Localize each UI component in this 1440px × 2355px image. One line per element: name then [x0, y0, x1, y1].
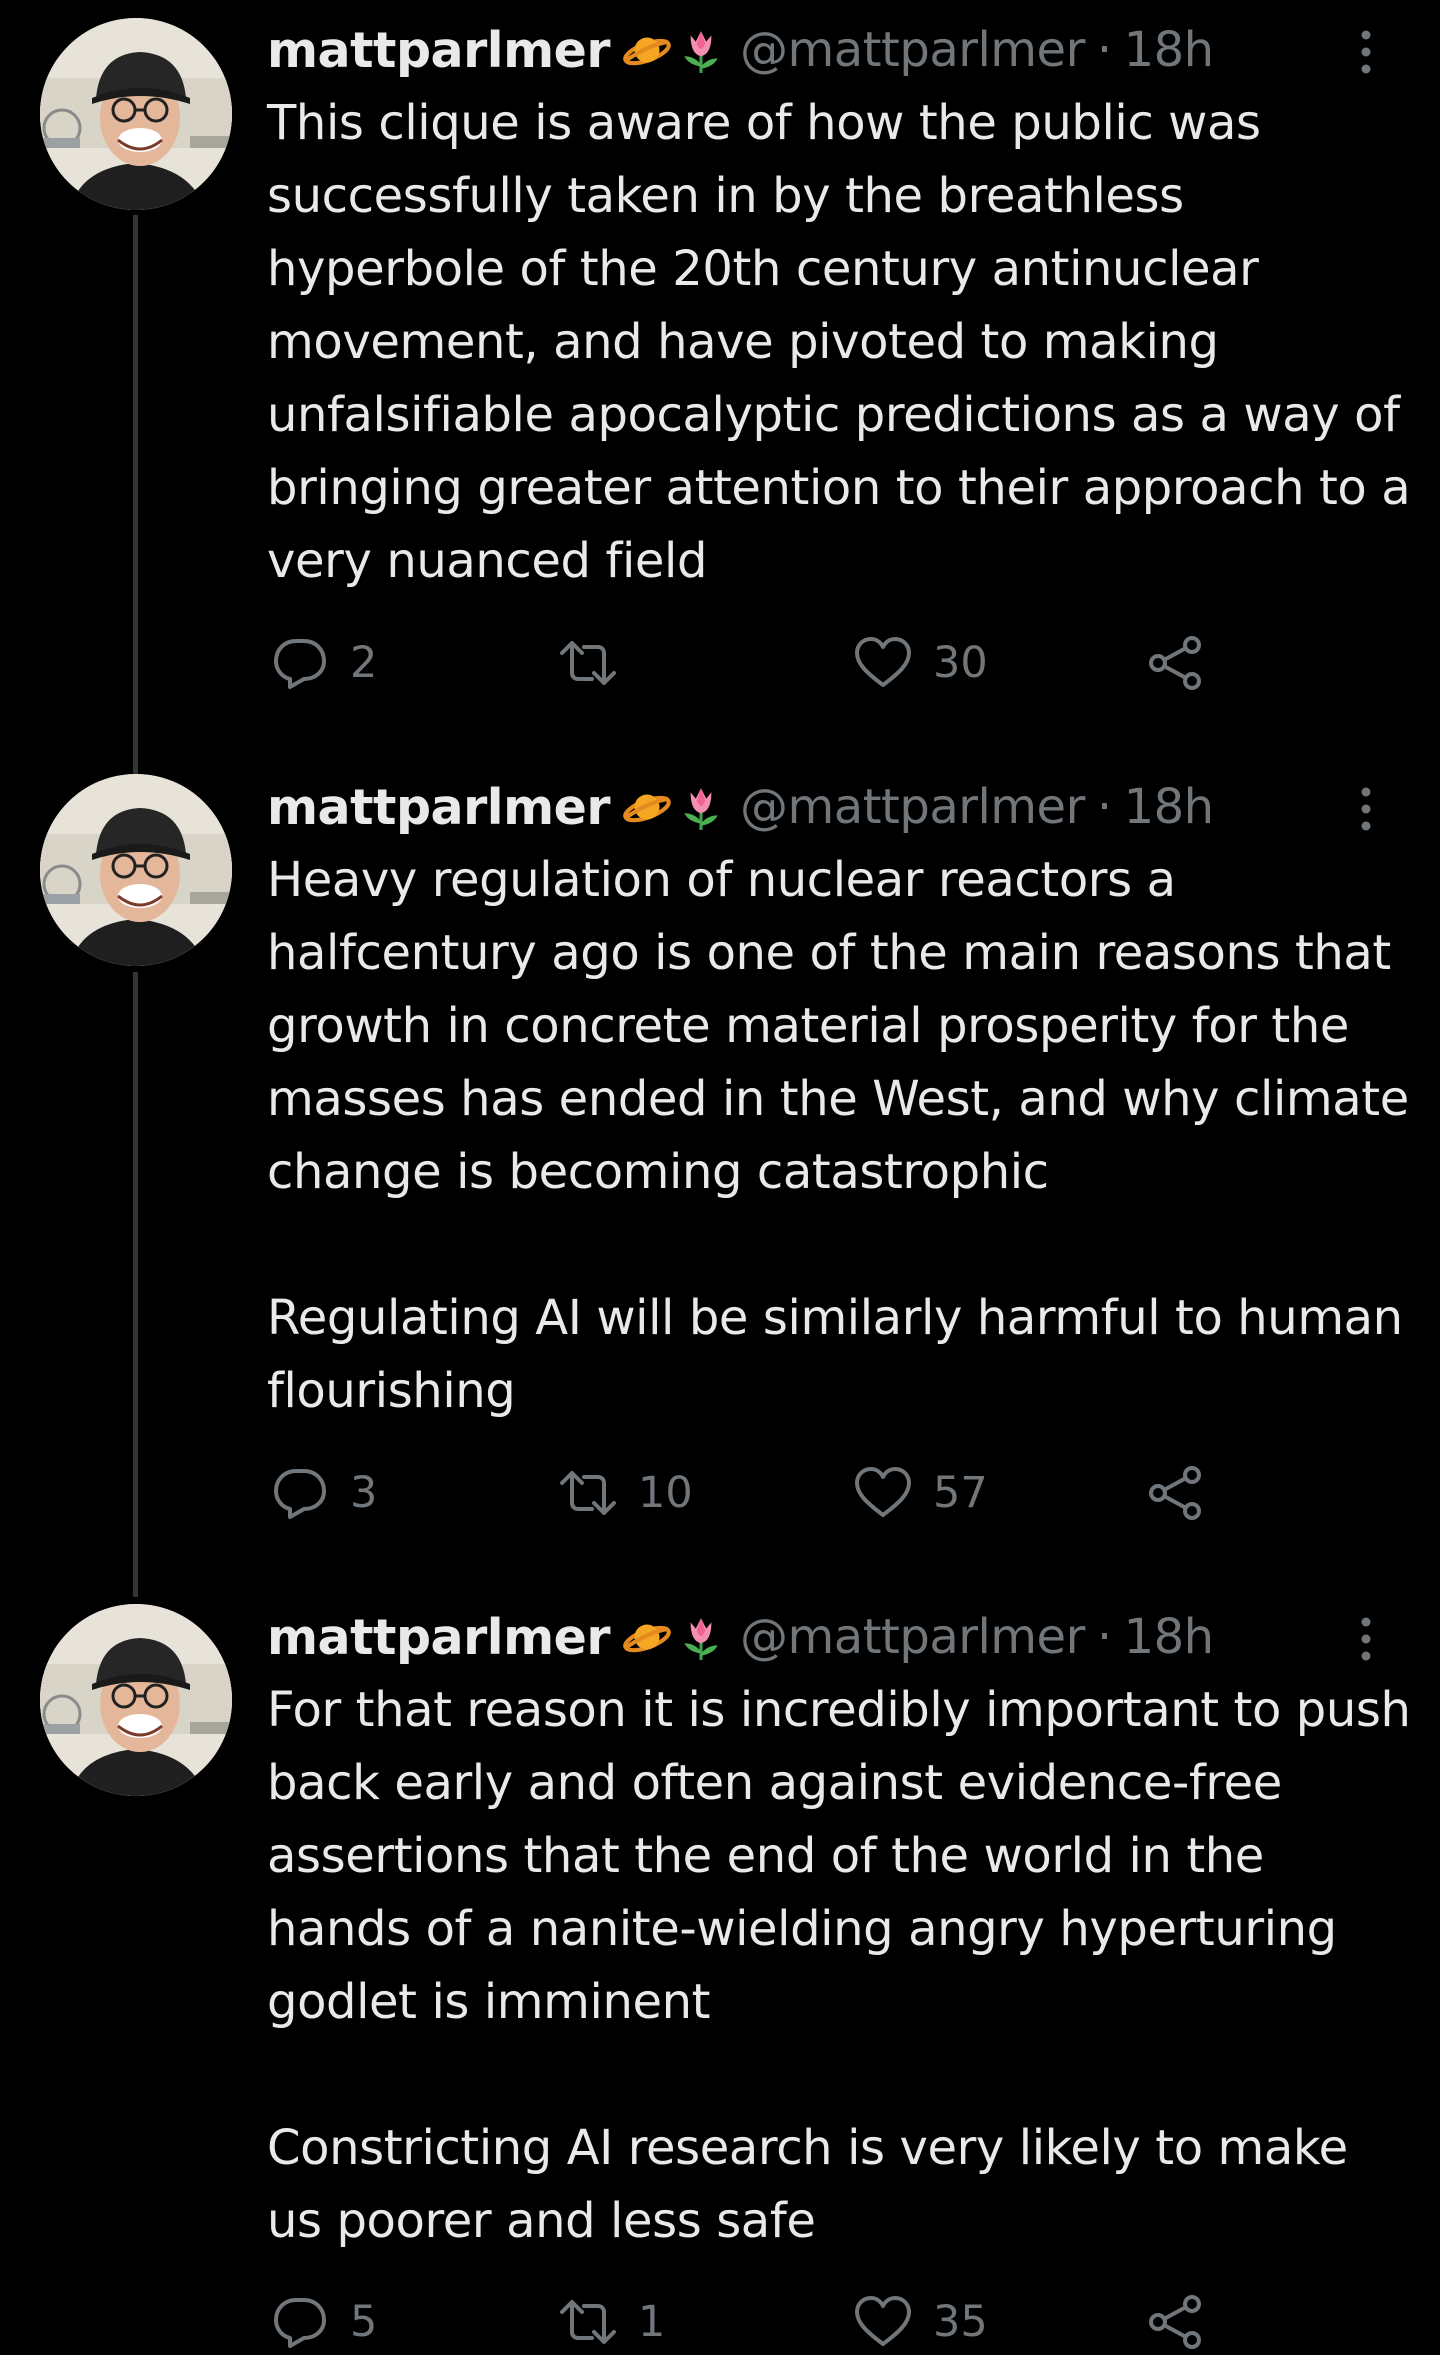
tweet-paragraph: Constricting AI research is very likely …: [267, 2120, 1348, 2249]
tweet-text: This clique is aware of how the public w…: [267, 87, 1417, 598]
tulip-icon: [676, 1612, 726, 1662]
separator: ·: [1096, 22, 1112, 78]
action-bar: 3 10 57: [270, 1463, 1210, 1523]
tweet-paragraph: Heavy regulation of nuclear reactors a h…: [267, 852, 1409, 1200]
reply-button[interactable]: 3: [270, 1463, 377, 1523]
retweet-icon: [558, 633, 618, 693]
share-button[interactable]: [1146, 2292, 1206, 2352]
heart-icon: [853, 633, 913, 693]
heart-icon: [853, 2292, 913, 2352]
more-options-button[interactable]: [1346, 1614, 1386, 1664]
reply-count: 5: [350, 2297, 378, 2347]
more-dots-icon: [1356, 1614, 1376, 1664]
display-name[interactable]: mattparlmer: [267, 22, 611, 79]
retweet-count: 1: [638, 2297, 666, 2347]
share-button[interactable]: [1146, 633, 1206, 693]
reply-count: 3: [350, 1468, 378, 1518]
tweet[interactable]: mattparlmer @mattparlmer · 18h Heavy reg…: [0, 772, 1440, 1597]
thread-line: [133, 972, 138, 1597]
like-button[interactable]: 30: [853, 633, 988, 693]
more-dots-icon: [1356, 27, 1376, 77]
timestamp[interactable]: 18h: [1124, 1609, 1215, 1665]
tweet-header: mattparlmer @mattparlmer · 18h: [267, 15, 1214, 85]
ringed-planet-icon: [622, 25, 672, 75]
display-name[interactable]: mattparlmer: [267, 1609, 611, 1666]
reply-button[interactable]: 5: [270, 2292, 377, 2352]
share-button[interactable]: [1146, 1463, 1206, 1523]
avatar[interactable]: [40, 774, 232, 966]
retweet-button[interactable]: [558, 633, 638, 693]
display-name[interactable]: mattparlmer: [267, 779, 611, 836]
timestamp[interactable]: 18h: [1124, 22, 1215, 78]
user-handle[interactable]: @mattparlmer: [740, 779, 1085, 835]
avatar[interactable]: [40, 18, 232, 210]
share-icon: [1146, 2292, 1206, 2352]
tulip-icon: [676, 25, 726, 75]
more-options-button[interactable]: [1346, 27, 1386, 77]
tulip-icon: [676, 782, 726, 832]
retweet-count: 10: [638, 1468, 693, 1518]
reply-icon: [270, 633, 330, 693]
action-bar: 5 1 35: [270, 2292, 1210, 2352]
ringed-planet-icon: [622, 1612, 672, 1662]
retweet-button[interactable]: 10: [558, 1463, 693, 1523]
tweet-paragraph: For that reason it is incredibly importa…: [267, 1682, 1411, 2030]
ringed-planet-icon: [622, 782, 672, 832]
avatar[interactable]: [40, 1604, 232, 1796]
tweet[interactable]: mattparlmer @mattparlmer · 18h This cliq…: [0, 15, 1440, 778]
heart-icon: [853, 1463, 913, 1523]
tweet-paragraph: Regulating AI will be similarly harmful …: [267, 1290, 1403, 1419]
tweet-paragraph: This clique is aware of how the public w…: [267, 95, 1411, 589]
tweet[interactable]: mattparlmer @mattparlmer · 18h For that …: [0, 1602, 1440, 2355]
reply-icon: [270, 1463, 330, 1523]
share-icon: [1146, 633, 1206, 693]
thread-line: [133, 215, 138, 778]
like-count: 30: [933, 638, 988, 688]
retweet-button[interactable]: 1: [558, 2292, 665, 2352]
tweet-text: Heavy regulation of nuclear reactors a h…: [267, 844, 1417, 1428]
separator: ·: [1096, 1609, 1112, 1665]
user-handle[interactable]: @mattparlmer: [740, 1609, 1085, 1665]
action-bar: 2 30: [270, 633, 1210, 693]
reply-icon: [270, 2292, 330, 2352]
tweet-text: For that reason it is incredibly importa…: [267, 1674, 1417, 2258]
user-handle[interactable]: @mattparlmer: [740, 22, 1085, 78]
timestamp[interactable]: 18h: [1124, 779, 1215, 835]
like-count: 57: [933, 1468, 988, 1518]
more-options-button[interactable]: [1346, 784, 1386, 834]
more-dots-icon: [1356, 784, 1376, 834]
reply-count: 2: [350, 638, 378, 688]
share-icon: [1146, 1463, 1206, 1523]
separator: ·: [1096, 779, 1112, 835]
like-button[interactable]: 57: [853, 1463, 988, 1523]
retweet-icon: [558, 2292, 618, 2352]
reply-button[interactable]: 2: [270, 633, 377, 693]
like-count: 35: [933, 2297, 988, 2347]
retweet-icon: [558, 1463, 618, 1523]
like-button[interactable]: 35: [853, 2292, 988, 2352]
tweet-header: mattparlmer @mattparlmer · 18h: [267, 772, 1214, 842]
tweet-header: mattparlmer @mattparlmer · 18h: [267, 1602, 1214, 1672]
